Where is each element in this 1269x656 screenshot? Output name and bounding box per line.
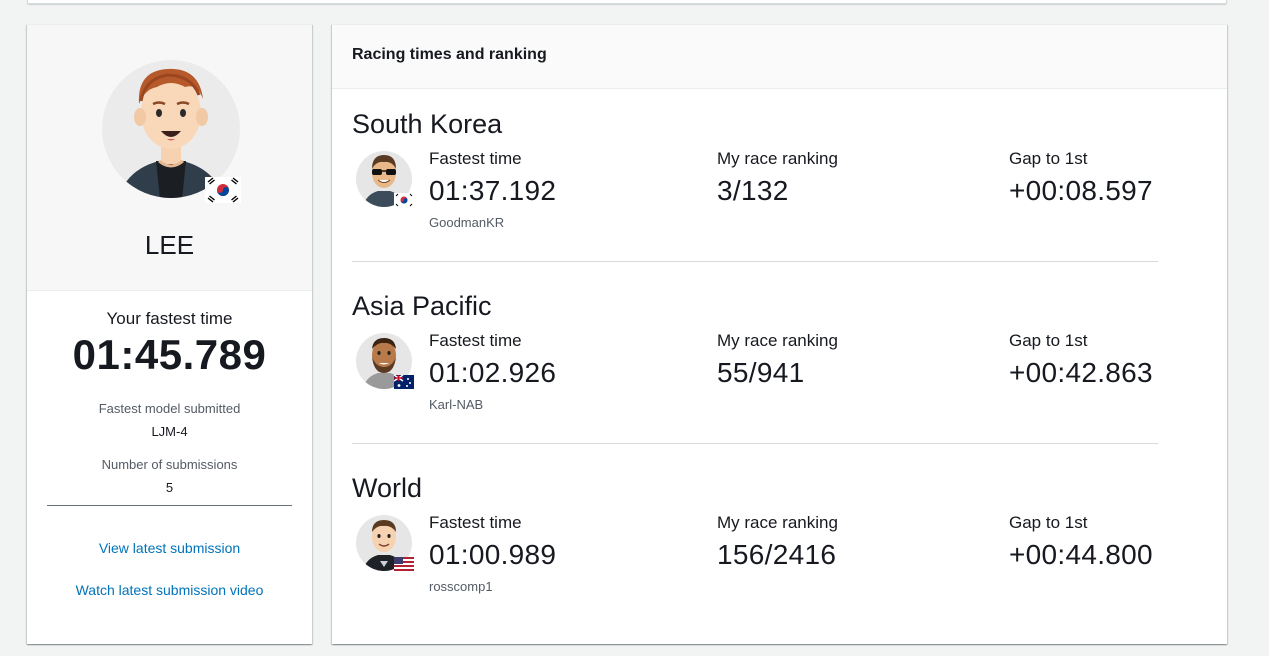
race-ranking-column: My race ranking 55/941	[717, 331, 838, 389]
fastest-time-value: 01:37.192	[429, 175, 557, 206]
racer-avatar-icon	[102, 60, 241, 203]
fastest-time-value: 01:00.989	[429, 539, 557, 570]
leader-avatar-icon	[356, 151, 414, 207]
leader-name: Karl-NAB	[429, 397, 484, 412]
section-divider	[352, 261, 1158, 262]
section-title: World	[352, 473, 423, 503]
race-ranking-column: My race ranking 156/2416	[717, 513, 838, 571]
gap-value: +00:44.800	[1009, 539, 1153, 570]
gap-value: +00:08.597	[1009, 175, 1153, 206]
race-ranking-column: My race ranking 3/132	[717, 149, 838, 207]
fastest-time-value: 01:02.926	[429, 357, 557, 388]
ranking-section-south-korea: South Korea Fastest time 01:37.192 Goodm…	[352, 109, 1158, 262]
section-divider	[352, 443, 1158, 444]
gap-label: Gap to 1st	[1009, 513, 1088, 532]
gap-value: +00:42.863	[1009, 357, 1153, 388]
ranking-section-asia-pacific: Asia Pacific Fastest time 01:02.926 Karl…	[352, 291, 1158, 444]
fastest-model-value: LJM-4	[151, 424, 188, 439]
previous-panel-edge	[27, 0, 1227, 4]
race-ranking-label: My race ranking	[717, 513, 838, 532]
fastest-time-label: Fastest time	[429, 149, 522, 168]
watch-latest-submission-video-link[interactable]: Watch latest submission video	[27, 582, 312, 598]
divider	[47, 505, 292, 506]
profile-card: LEE Your fastest time 01:45.789 Fastest …	[27, 24, 312, 644]
profile-header: LEE	[27, 25, 312, 291]
player-name: LEE	[144, 230, 195, 260]
fastest-time-label: Fastest time	[429, 513, 522, 532]
leader-avatar	[356, 331, 416, 393]
leader-avatar	[356, 513, 416, 575]
australia-flag-icon	[393, 374, 414, 389]
fastest-time-column: Fastest time 01:00.989 rosscomp1	[429, 513, 556, 594]
leader-name: GoodmanKR	[429, 215, 505, 230]
gap-column: Gap to 1st +00:44.800	[1009, 513, 1153, 571]
fastest-time-label: Fastest time	[429, 331, 522, 350]
gap-label: Gap to 1st	[1009, 149, 1088, 168]
racing-times-card: Racing times and ranking South Korea Fas…	[332, 24, 1227, 644]
ranking-section-world: World Fastest time 01:00.989 rosscomp1 M…	[352, 473, 1158, 594]
profile-stats: Your fastest time 01:45.789 Fastest mode…	[27, 291, 312, 598]
race-ranking-value: 55/941	[717, 357, 805, 388]
section-title: South Korea	[352, 109, 503, 139]
usa-flag-icon	[394, 557, 414, 571]
submissions-value: 5	[165, 480, 174, 495]
your-fastest-time-label: Your fastest time	[106, 309, 233, 328]
view-latest-submission-link[interactable]: View latest submission	[27, 540, 312, 556]
section-title: Asia Pacific	[352, 291, 492, 321]
leader-avatar	[356, 149, 416, 211]
gap-column: Gap to 1st +00:42.863	[1009, 331, 1153, 389]
fastest-model-label: Fastest model submitted	[98, 401, 241, 416]
your-fastest-time-value: 01:45.789	[72, 331, 267, 378]
racing-times-header: Racing times and ranking	[332, 25, 1227, 89]
race-ranking-value: 3/132	[717, 175, 789, 206]
leader-avatar-icon	[356, 515, 414, 571]
fastest-time-column: Fastest time 01:37.192 GoodmanKR	[429, 149, 556, 230]
submissions-label: Number of submissions	[101, 457, 238, 472]
south-korea-flag-icon	[205, 177, 241, 203]
gap-label: Gap to 1st	[1009, 331, 1088, 350]
race-ranking-value: 156/2416	[717, 539, 837, 570]
south-korea-flag-icon	[394, 193, 414, 207]
fastest-time-column: Fastest time 01:02.926 Karl-NAB	[429, 331, 556, 412]
leader-name: rosscomp1	[429, 579, 493, 594]
avatar	[101, 49, 241, 209]
gap-column: Gap to 1st +00:08.597	[1009, 149, 1153, 207]
leader-avatar-icon	[356, 333, 414, 389]
race-ranking-label: My race ranking	[717, 149, 838, 168]
race-ranking-label: My race ranking	[717, 331, 838, 350]
